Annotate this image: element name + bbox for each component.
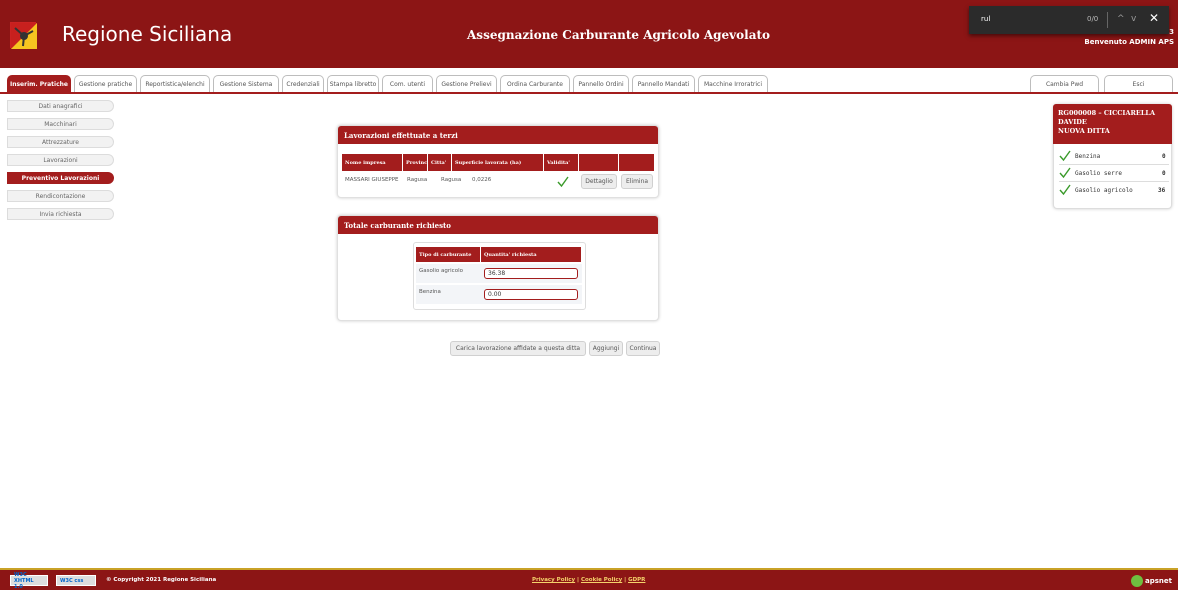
sidebar-item-invia-richiesta[interactable]: Invia richiesta [7, 208, 114, 220]
lavorazioni-panel-title: Lavorazioni effettuate a terzi [338, 126, 658, 144]
cell-superficie: 0,0226 [472, 177, 492, 183]
footer-separator: | [624, 577, 627, 583]
tab-inserim-pratiche[interactable]: Inserim. Pratiche [7, 75, 71, 93]
sidebar-item-lavorazioni[interactable]: Lavorazioni [7, 154, 114, 166]
carica-lavorazione-button[interactable]: Carica lavorazione affidate a questa dit… [450, 341, 586, 356]
find-prev-icon[interactable]: ^ [1117, 13, 1125, 25]
apsnet-label: apsnet [1145, 577, 1172, 585]
sidebar-item-rendicontazione[interactable]: Rendicontazione [7, 190, 114, 202]
col-dettaglio [579, 154, 619, 171]
footer-links: Privacy Policy | Cookie Policy | GDPR [532, 577, 645, 583]
col-elimina [619, 154, 655, 171]
apsnet-logo[interactable]: apsnet [1131, 575, 1172, 587]
gasolio-quantita-field[interactable]: 36.38 [484, 268, 578, 279]
w3c-xhtml-badge[interactable]: W3C XHTML 1.0 [10, 572, 48, 590]
change-password-button[interactable]: Cambia Pwd [1030, 75, 1099, 93]
sidebar-item-attrezzature[interactable]: Attrezzature [7, 136, 114, 148]
gasolio-serre-check-icon [1059, 167, 1071, 179]
find-next-icon[interactable]: v [1131, 13, 1136, 25]
sidebar-item-preventivo-lavorazioni[interactable]: Preventivo Lavorazioni [7, 172, 114, 184]
tab-gestione-sistema[interactable]: Gestione Sistema [213, 75, 279, 93]
tab-credenziali[interactable]: Credenziali [282, 75, 324, 93]
tab-com-utenti[interactable]: Com. utenti [382, 75, 433, 93]
continua-button[interactable]: Continua [626, 341, 660, 356]
col-superficie: Superficie lavorata (ha) [452, 154, 544, 171]
find-separator [1107, 12, 1108, 28]
main-tab-bar: Inserim. Pratiche Gestione pratiche Repo… [0, 68, 1178, 94]
cell-citta: Ragusa [441, 177, 462, 183]
tab-pannello-mandati[interactable]: Pannello Mandati [632, 75, 695, 93]
validity-check-icon [557, 176, 569, 188]
cookie-policy-link[interactable]: Cookie Policy [581, 577, 622, 583]
ditta-status: NUOVA DITTA [1058, 127, 1110, 135]
find-count: 0/0 [1087, 15, 1099, 23]
welcome-text: Benvenuto ADMIN APS [1084, 38, 1174, 46]
col-quantita-richiesta: Quantita' richiesta [481, 247, 582, 262]
fuel-name-gasolio-serre: Gasolio serre [1075, 170, 1122, 177]
tab-gestione-prelievi[interactable]: Gestione Prelievi [436, 75, 497, 93]
cell-tipo-gasolio: Gasolio agricolo [419, 268, 463, 274]
fuel-divider [1059, 164, 1169, 165]
copyright-text: © Copyright 2021 Regione Siciliana [106, 577, 217, 583]
aggiungi-button[interactable]: Aggiungi [589, 341, 623, 356]
ditta-name: DAVIDE [1058, 118, 1087, 126]
w3c-css-badge[interactable]: W3C css [56, 575, 96, 586]
fuel-name-gasolio-agricolo: Gasolio agricolo [1075, 187, 1133, 194]
footer-separator: | [577, 577, 580, 583]
tab-reportistica[interactable]: Reportistica/elenchi [140, 75, 210, 93]
tab-macchine-irroratrici[interactable]: Macchine Irroratrici [698, 75, 768, 93]
tab-pannello-ordini[interactable]: Pannello Ordini [573, 75, 629, 93]
find-bar: rul 0/0 ^ v ✕ [969, 6, 1169, 34]
tab-underline [0, 92, 1178, 94]
sidebar-item-macchinari[interactable]: Macchinari [7, 118, 114, 130]
col-tipo-carburante: Tipo di carburante [416, 247, 481, 262]
totale-panel-title: Totale carburante richiesto [338, 216, 658, 234]
logout-button[interactable]: Esci [1104, 75, 1173, 93]
fuel-value-gasolio-serre: 0 [1162, 170, 1166, 177]
col-citta: Citta' [428, 154, 452, 171]
fuel-name-benzina: Benzina [1075, 153, 1101, 160]
footer: W3C XHTML 1.0 W3C css © Copyright 2021 R… [0, 568, 1178, 590]
find-input[interactable]: rul [981, 15, 990, 23]
trinacria-logo-icon [10, 22, 37, 49]
col-nome-impresa: Nome impresa [342, 154, 403, 171]
benzina-quantita-field[interactable]: 0.00 [484, 289, 578, 300]
cell-nome-impresa: MASSARI GIUSEPPE [345, 177, 399, 183]
sidebar-item-dati-anagrafici[interactable]: Dati anagrafici [7, 100, 114, 112]
privacy-policy-link[interactable]: Privacy Policy [532, 577, 575, 583]
find-close-icon[interactable]: ✕ [1149, 12, 1159, 24]
gdpr-link[interactable]: GDPR [628, 577, 645, 583]
gasolio-agricolo-check-icon [1059, 184, 1071, 196]
ditta-info-header: RG000008 – CICCIARELLA DAVIDE NUOVA DITT… [1053, 104, 1172, 144]
tab-gestione-pratiche[interactable]: Gestione pratiche [74, 75, 137, 93]
fuel-value-gasolio-agricolo: 36 [1158, 187, 1166, 194]
elimina-button[interactable]: Elimina [621, 174, 653, 189]
brand-title: Regione Siciliana [62, 22, 233, 46]
cell-tipo-benzina: Benzina [419, 289, 441, 295]
col-provincia: Provincia [403, 154, 432, 171]
fuel-divider [1059, 181, 1169, 182]
dettaglio-button[interactable]: Dettaglio [581, 174, 617, 189]
tab-stampa-libretto[interactable]: Stampa libretto [327, 75, 379, 93]
col-validita: Validita' [544, 154, 579, 171]
cell-provincia: Ragusa [407, 177, 428, 183]
tab-ordina-carburante[interactable]: Ordina Carburante [500, 75, 570, 93]
apsnet-logo-icon [1131, 575, 1144, 587]
fuel-value-benzina: 0 [1162, 153, 1166, 160]
ditta-code: RG000008 – CICCIARELLA [1058, 109, 1156, 117]
benzina-check-icon [1059, 150, 1071, 162]
app-title: Assegnazione Carburante Agricolo Agevola… [467, 28, 771, 42]
